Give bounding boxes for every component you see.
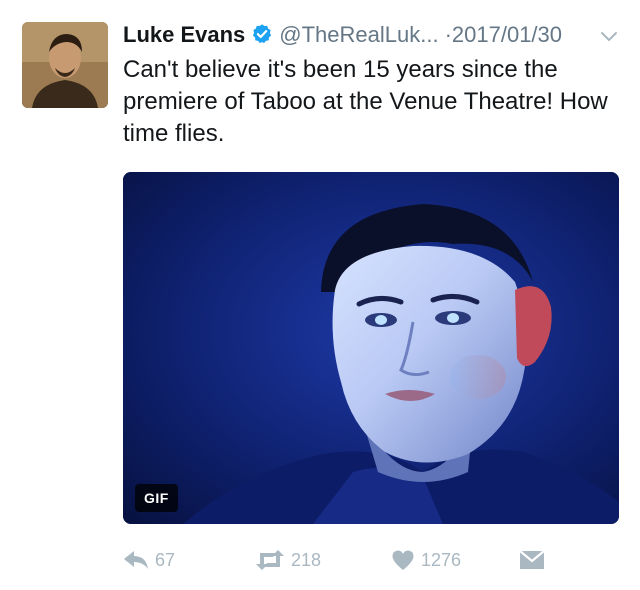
- tweet-actions: 67 218 1276: [123, 545, 593, 575]
- retweet-count: 218: [291, 549, 322, 570]
- tweet-date[interactable]: 2017/01/30: [452, 22, 562, 47]
- avatar[interactable]: [22, 22, 108, 108]
- reply-count: 67: [155, 549, 176, 570]
- user-handle[interactable]: @TheRealLuk...: [279, 22, 438, 47]
- retweet-icon: [256, 550, 284, 570]
- gif-frame: [123, 172, 619, 524]
- tweet-text: Can't believe it's been 15 years since t…: [123, 56, 608, 147]
- tweet: Luke Evans @TheRealLuk... ·2017/01/30 Can…: [0, 0, 640, 590]
- verified-badge-icon: [253, 24, 272, 44]
- reply-icon: [124, 551, 148, 569]
- direct-message-button[interactable]: [519, 545, 551, 575]
- direct-message-icon: [519, 550, 545, 569]
- avatar-photo: [22, 22, 108, 108]
- gif-media[interactable]: GIF: [123, 172, 619, 524]
- retweet-button[interactable]: 218: [255, 545, 321, 575]
- heart-icon: [392, 550, 414, 570]
- reply-button[interactable]: 67: [123, 545, 175, 575]
- tweet-header: Luke Evans @TheRealLuk... ·2017/01/30: [123, 20, 620, 54]
- separator: ·: [444, 22, 452, 47]
- gif-badge: GIF: [135, 484, 178, 512]
- display-name[interactable]: Luke Evans: [123, 22, 245, 47]
- like-count: 1276: [421, 549, 462, 570]
- like-button[interactable]: 1276: [391, 545, 461, 575]
- chevron-down-icon[interactable]: [598, 25, 620, 47]
